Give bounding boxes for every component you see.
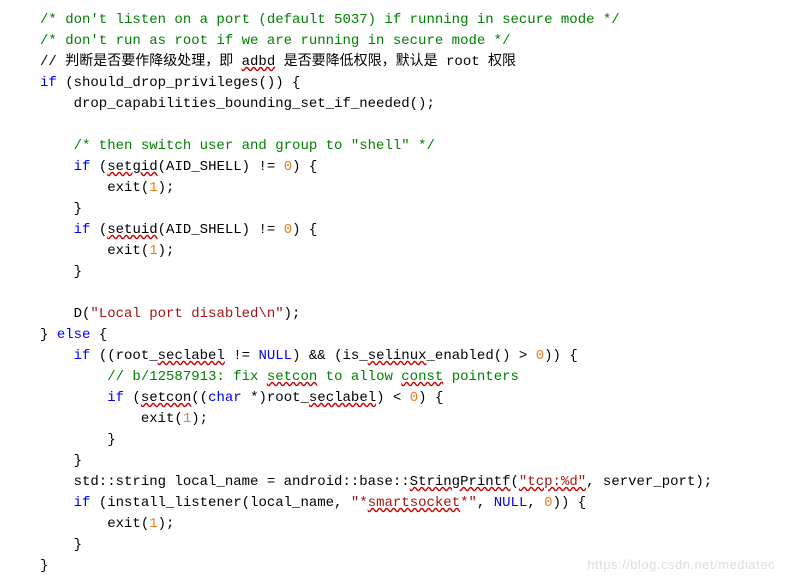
- code-text: ,: [527, 495, 544, 511]
- code-text: exit(: [40, 243, 149, 259]
- number: 1: [149, 516, 157, 532]
- comment: /* don't listen on a port (default 5037)…: [40, 12, 620, 28]
- code-text: }: [40, 537, 82, 553]
- comment: /* don't run as root if we are running i…: [40, 33, 510, 49]
- keyword: if: [74, 495, 91, 511]
- code-text: );: [158, 180, 175, 196]
- number: 0: [284, 222, 292, 238]
- comment-wavy: setcon: [267, 369, 317, 385]
- code-text: (: [90, 159, 107, 175]
- code-text: ((: [191, 390, 208, 406]
- string: *": [460, 495, 477, 511]
- keyword: else: [57, 327, 91, 343]
- code-text: )) {: [544, 348, 578, 364]
- null: NULL: [494, 495, 528, 511]
- comment-wavy: const: [401, 369, 443, 385]
- code-text: {: [90, 327, 107, 343]
- code-text: ) && (is_: [292, 348, 368, 364]
- code-text: std::string local_name = android::base::: [40, 474, 410, 490]
- code-text: , server_port);: [586, 474, 712, 490]
- code-text: [40, 222, 74, 238]
- number: 0: [284, 159, 292, 175]
- number: 0: [536, 348, 544, 364]
- comment-wavy: adbd: [242, 54, 276, 70]
- code-text: (: [511, 474, 519, 490]
- number: 0: [410, 390, 418, 406]
- number: 1: [183, 411, 191, 427]
- comment: // 判断是否要作降级处理，即: [40, 54, 242, 70]
- keyword: if: [107, 390, 124, 406]
- code-text: exit(: [40, 516, 149, 532]
- code-text: [40, 495, 74, 511]
- code-text: [40, 390, 107, 406]
- code-wavy: setuid: [107, 222, 157, 238]
- comment: 是否要降低权限，默认是 root 权限: [275, 54, 516, 70]
- code-text: }: [40, 453, 82, 469]
- code-text: [40, 159, 74, 175]
- string: "Local port disabled\n": [90, 306, 283, 322]
- code-text: );: [158, 516, 175, 532]
- code-text: }: [40, 264, 82, 280]
- code-text: exit(: [40, 180, 149, 196]
- string-wavy: "tcp:%d": [519, 474, 586, 490]
- watermark: https://blog.csdn.net/mediatec: [587, 554, 775, 575]
- code-text: }: [40, 201, 82, 217]
- code-text: ) {: [292, 222, 317, 238]
- number: 0: [544, 495, 552, 511]
- keyword: char: [208, 390, 242, 406]
- code-text: )) {: [553, 495, 587, 511]
- code-wavy: StringPrintf: [410, 474, 511, 490]
- code-wavy: setgid: [107, 159, 157, 175]
- code-text: (AID_SHELL) !=: [158, 222, 284, 238]
- code-text: exit(: [40, 411, 183, 427]
- code-text: (should_drop_privileges()) {: [57, 75, 301, 91]
- keyword: if: [40, 75, 57, 91]
- comment: /* then switch user and group to "shell"…: [40, 138, 435, 154]
- keyword: if: [74, 222, 91, 238]
- code-wavy: seclabel: [158, 348, 225, 364]
- code-text: }: [40, 558, 48, 574]
- comment: to allow: [317, 369, 401, 385]
- code-text: }: [40, 432, 116, 448]
- code-text: ) <: [376, 390, 410, 406]
- code-text: (AID_SHELL) !=: [158, 159, 284, 175]
- string-wavy: smartsocket: [368, 495, 460, 511]
- code-text: );: [284, 306, 301, 322]
- code-text: (install_listener(local_name,: [90, 495, 350, 511]
- code-text: );: [158, 243, 175, 259]
- code-text: drop_capabilities_bounding_set_if_needed…: [40, 96, 435, 112]
- code-text: ) {: [418, 390, 443, 406]
- keyword: if: [74, 159, 91, 175]
- code-text: ) {: [292, 159, 317, 175]
- number: 1: [149, 243, 157, 259]
- comment: // b/12587913: fix: [40, 369, 267, 385]
- code-text: (: [90, 222, 107, 238]
- code-text: ((root_: [90, 348, 157, 364]
- code-block: /* don't listen on a port (default 5037)…: [0, 0, 787, 577]
- number: 1: [149, 180, 157, 196]
- comment: pointers: [443, 369, 519, 385]
- code-wavy: selinux: [368, 348, 427, 364]
- code-text: [40, 348, 74, 364]
- null: NULL: [258, 348, 292, 364]
- code-wavy: setcon: [141, 390, 191, 406]
- string: "*: [351, 495, 368, 511]
- code-text: D(: [40, 306, 90, 322]
- keyword: if: [74, 348, 91, 364]
- code-text: _enabled() >: [427, 348, 536, 364]
- code-text: !=: [225, 348, 259, 364]
- code-text: );: [191, 411, 208, 427]
- code-text: *)root_: [242, 390, 309, 406]
- code-text: ,: [477, 495, 494, 511]
- code-wavy: seclabel: [309, 390, 376, 406]
- code-text: (: [124, 390, 141, 406]
- code-text: }: [40, 327, 57, 343]
